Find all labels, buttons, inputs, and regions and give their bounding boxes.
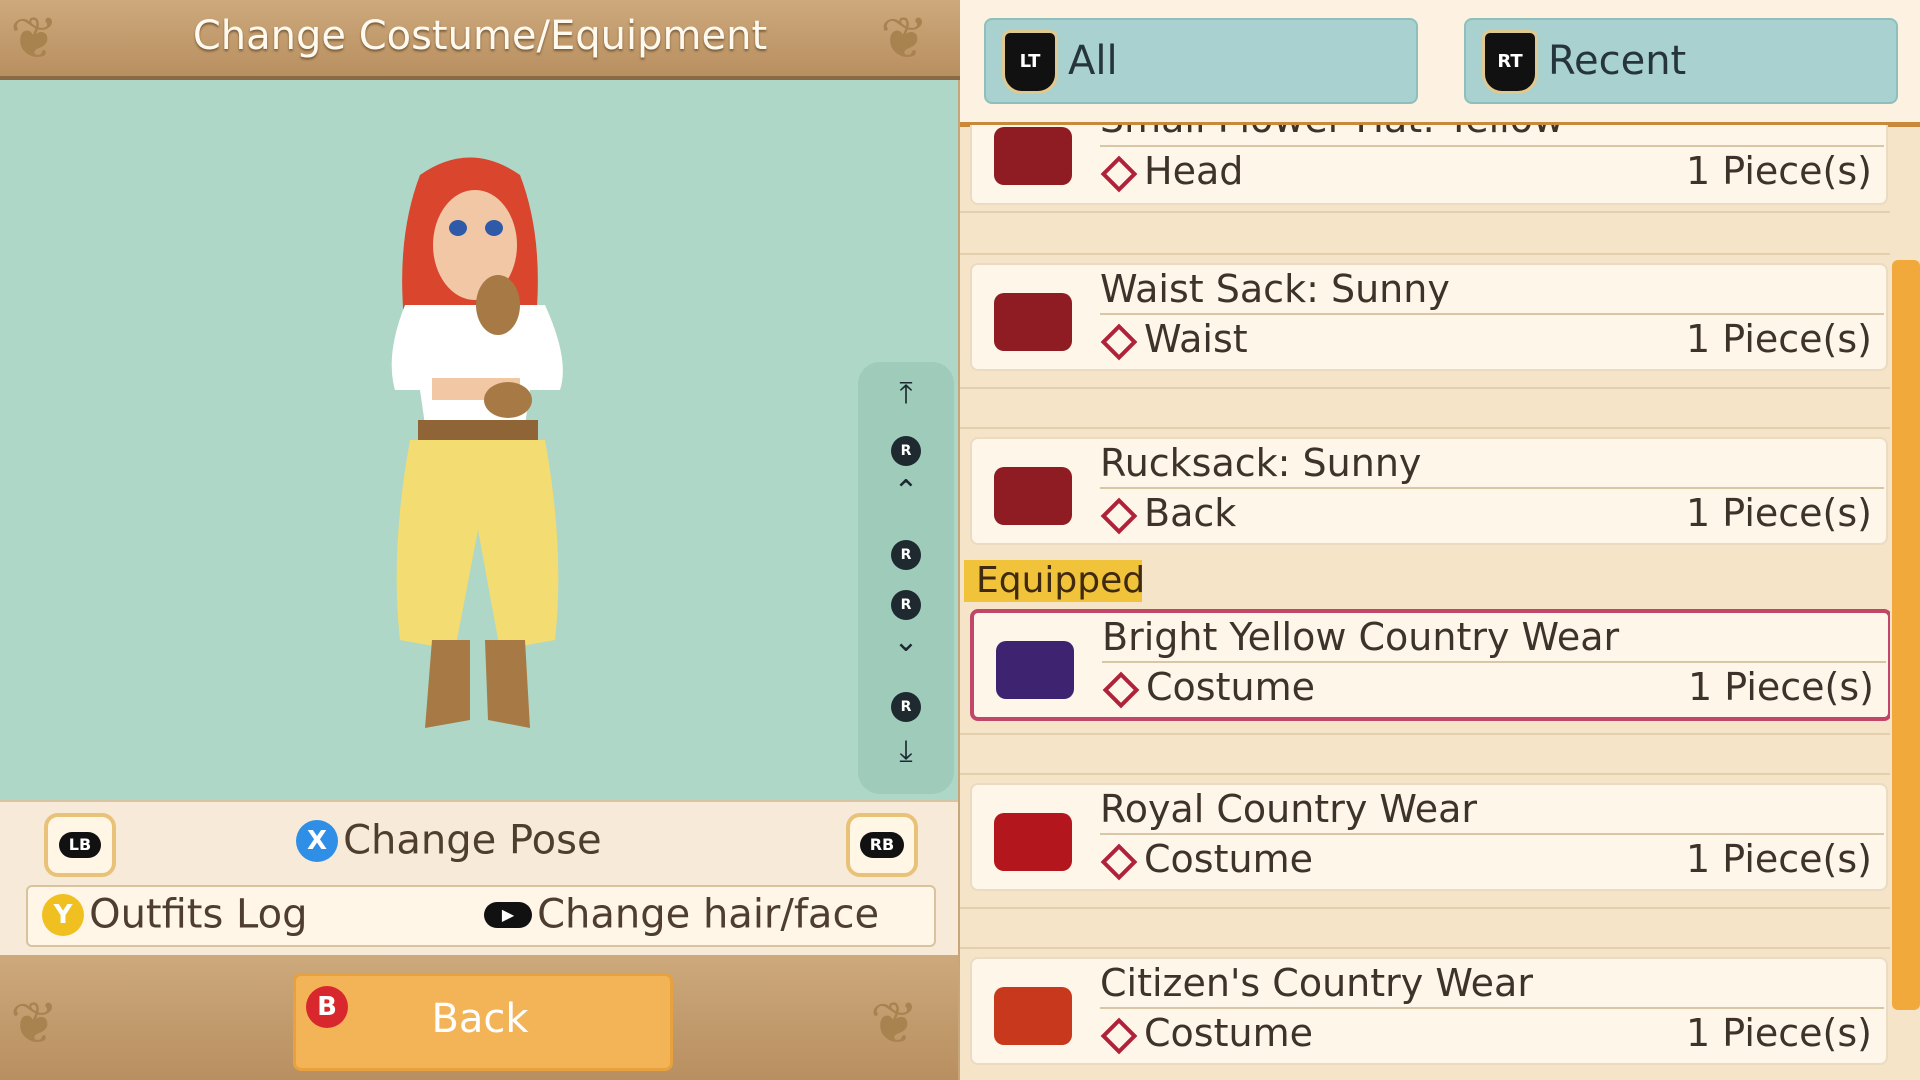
- item-count: 1 Piece(s): [1688, 665, 1874, 709]
- ornament-icon: ❦: [10, 989, 59, 1057]
- tab-recent-label: Recent: [1548, 38, 1687, 84]
- lt-icon: LT: [1002, 30, 1058, 94]
- item-list[interactable]: Small Flower Hat: Yellow Head 1 Piece(s)…: [960, 125, 1890, 1080]
- item-slot: Head: [1100, 149, 1243, 193]
- list-item[interactable]: Royal Country Wear Costume 1 Piece(s): [970, 783, 1888, 891]
- back-label: Back: [431, 996, 529, 1042]
- item-box-icon: [996, 641, 1074, 699]
- rotate-right-icon[interactable]: R: [858, 582, 954, 620]
- y-button-icon: Y: [42, 893, 84, 936]
- equipped-badge: Equipped: [964, 560, 1145, 602]
- camera-control-panel: ⤒ R ⌃ R R ⌄ R ⤓: [858, 362, 954, 794]
- tab-all[interactable]: LT All: [984, 18, 1418, 104]
- list-item[interactable]: Small Flower Hat: Yellow Head 1 Piece(s): [970, 125, 1888, 205]
- change-hair-face-button[interactable]: ▶ Change hair/face: [484, 888, 879, 940]
- item-name: Royal Country Wear: [1100, 787, 1478, 831]
- zoom-out-icon[interactable]: ⌄: [858, 624, 954, 659]
- item-name: Small Flower Hat: Yellow: [1100, 125, 1564, 141]
- item-count: 1 Piece(s): [1686, 837, 1872, 881]
- diamond-icon: [1100, 497, 1138, 534]
- list-item[interactable]: Citizen's Country Wear Costume 1 Piece(s…: [970, 957, 1888, 1065]
- x-button-icon: X: [296, 819, 338, 862]
- zoom-in-icon[interactable]: ⌃: [858, 474, 954, 509]
- outfits-log-button[interactable]: Y Outfits Log: [42, 888, 308, 940]
- item-box-icon: [994, 987, 1072, 1045]
- diamond-icon: [1100, 1017, 1138, 1054]
- item-box-icon: [994, 813, 1072, 871]
- tab-recent[interactable]: RT Recent: [1464, 18, 1898, 104]
- item-slot: Costume: [1100, 1011, 1313, 1055]
- diamond-icon: [1100, 843, 1138, 880]
- rotate-up-icon[interactable]: R: [858, 428, 954, 466]
- change-hair-face-label: Change hair/face: [537, 891, 880, 938]
- item-name: Waist Sack: Sunny: [1100, 267, 1450, 311]
- scrollbar[interactable]: [1892, 260, 1920, 1010]
- item-count: 1 Piece(s): [1686, 149, 1872, 193]
- right-stick-icon: ▶: [484, 901, 532, 928]
- diamond-icon: [1102, 671, 1140, 708]
- diamond-icon: [1100, 155, 1138, 192]
- scroll-bottom-icon[interactable]: ⤓: [858, 734, 954, 769]
- page-title: Change Costume/Equipment: [192, 13, 768, 59]
- rt-icon: RT: [1482, 30, 1538, 94]
- item-count: 1 Piece(s): [1686, 317, 1872, 361]
- diamond-icon: [1100, 323, 1138, 360]
- list-item-selected[interactable]: Bright Yellow Country Wear Costume 1 Pie…: [970, 609, 1890, 721]
- ornament-icon: ❦: [870, 989, 919, 1057]
- tab-bar: LT All RT Recent: [960, 0, 1920, 127]
- list-item[interactable]: Waist Sack: Sunny Waist 1 Piece(s): [970, 263, 1888, 371]
- item-name: Citizen's Country Wear: [1100, 961, 1533, 1005]
- list-item[interactable]: Rucksack: Sunny Back 1 Piece(s): [970, 437, 1888, 545]
- rb-button[interactable]: RB: [846, 813, 918, 877]
- character-preview[interactable]: [0, 80, 958, 800]
- item-slot: Costume: [1102, 665, 1315, 709]
- character-model: [391, 157, 563, 728]
- scroll-top-icon[interactable]: ⤒: [858, 376, 954, 411]
- item-box-icon: [994, 293, 1072, 351]
- change-pose-button[interactable]: X Change Pose: [296, 814, 602, 866]
- rotate-left-icon[interactable]: R: [858, 532, 954, 570]
- item-box-icon: [994, 467, 1072, 525]
- item-box-icon: [994, 127, 1072, 185]
- item-slot: Costume: [1100, 837, 1313, 881]
- item-count: 1 Piece(s): [1686, 491, 1872, 535]
- lb-button[interactable]: LB: [44, 813, 116, 877]
- item-name: Bright Yellow Country Wear: [1102, 615, 1620, 659]
- item-count: 1 Piece(s): [1686, 1011, 1872, 1055]
- outfits-log-label: Outfits Log: [89, 891, 308, 938]
- tab-all-label: All: [1068, 38, 1118, 84]
- item-name: Rucksack: Sunny: [1100, 441, 1422, 485]
- rotate-down-icon[interactable]: R: [858, 684, 954, 722]
- change-pose-label: Change Pose: [343, 817, 602, 864]
- item-slot: Waist: [1100, 317, 1248, 361]
- item-slot: Back: [1100, 491, 1236, 535]
